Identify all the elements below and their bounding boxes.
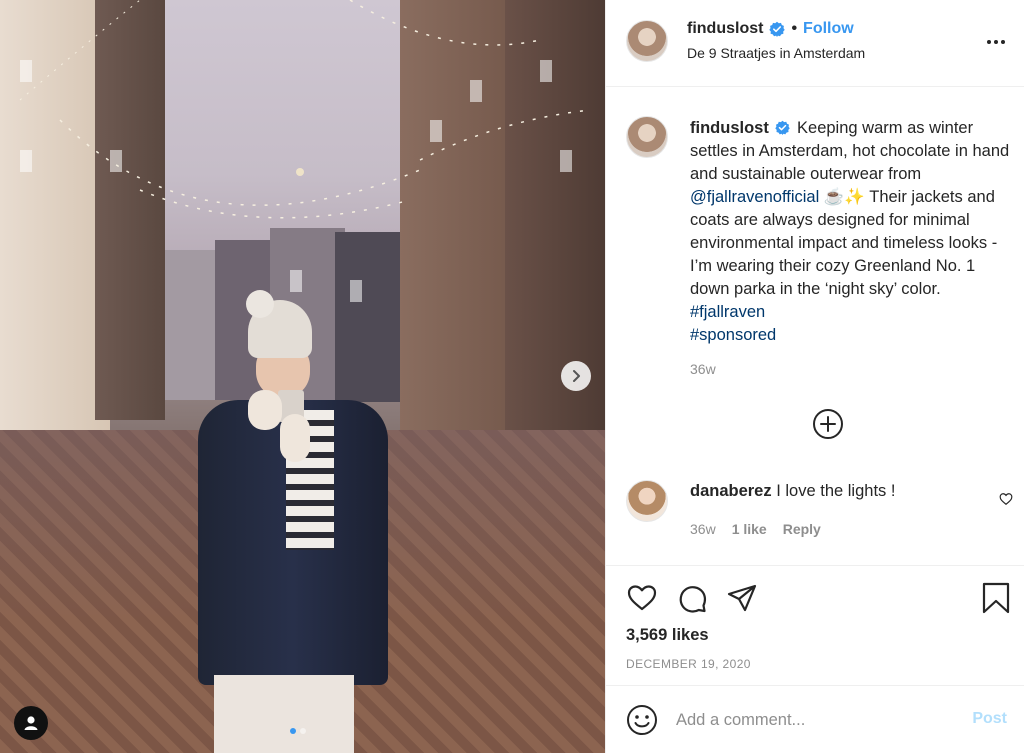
verified-badge-icon: [769, 21, 786, 37]
add-comment-bar: Post: [606, 685, 1024, 753]
username-link[interactable]: finduslost: [687, 20, 763, 38]
chevron-right-icon: [573, 370, 580, 382]
photo-mitten: [248, 390, 282, 430]
action-icons: [626, 582, 758, 614]
reply-button[interactable]: Reply: [783, 521, 821, 537]
more-options-icon: [987, 40, 1005, 44]
follow-button[interactable]: Follow: [803, 20, 854, 38]
hashtag-link[interactable]: #sponsored: [690, 326, 776, 344]
photo-person: [190, 290, 400, 753]
carousel-indicator: [290, 728, 306, 734]
post-header: finduslost • Follow De 9 Straatjes in Am…: [606, 0, 1024, 87]
plus-circle-icon[interactable]: [812, 408, 844, 440]
carousel-dot-active: [290, 728, 296, 734]
post-button[interactable]: Post: [972, 710, 1007, 728]
caption-text: finduslost Keeping warm as winter settle…: [690, 117, 1010, 347]
bookmark-icon[interactable]: [981, 582, 1011, 614]
avatar[interactable]: [626, 480, 668, 522]
heart-icon[interactable]: [626, 582, 658, 614]
heart-icon[interactable]: [999, 492, 1013, 506]
comment-timestamp[interactable]: 36w: [690, 521, 716, 537]
avatar[interactable]: [626, 116, 668, 158]
string-lights: [19, 0, 591, 219]
comment-icon[interactable]: [676, 582, 708, 614]
more-options-button[interactable]: [984, 30, 1008, 54]
carousel-next-button[interactable]: [561, 361, 591, 391]
header-user: finduslost • Follow: [687, 20, 854, 38]
avatar[interactable]: [626, 20, 668, 62]
verified-badge-icon: [775, 120, 791, 135]
photo-pants: [214, 675, 354, 753]
comment-likes[interactable]: 1 like: [732, 521, 767, 537]
comment-text: danaberez I love the lights !: [690, 482, 895, 501]
comment-username[interactable]: danaberez: [690, 482, 772, 500]
photo-hat-pom: [246, 290, 274, 318]
user-tag-icon: [24, 716, 38, 730]
emoji-icon[interactable]: [626, 704, 658, 736]
mention-link[interactable]: @fjallravenofficial: [690, 188, 819, 206]
user-tags-button[interactable]: [14, 706, 48, 740]
photo-mitten: [280, 414, 310, 462]
caption-username[interactable]: finduslost: [690, 119, 769, 137]
post-panel: finduslost • Follow De 9 Straatjes in Am…: [605, 0, 1024, 753]
location-link[interactable]: De 9 Straatjes in Amsterdam: [687, 45, 865, 61]
comment-item: danaberez I love the lights ! 36w 1 like…: [606, 478, 1024, 558]
comment-meta: 36w 1 like Reply: [690, 521, 821, 537]
comment-body: I love the lights !: [776, 482, 896, 500]
likes-count[interactable]: 3,569 likes: [626, 626, 709, 645]
separator-dot: •: [791, 20, 798, 37]
hashtag-link[interactable]: #fjallraven: [690, 303, 765, 321]
post-date[interactable]: DECEMBER 19, 2020: [626, 657, 751, 671]
caption-emoji: ☕✨: [819, 188, 870, 206]
carousel-dot: [300, 728, 306, 734]
caption-timestamp[interactable]: 36w: [690, 361, 716, 377]
post-photo[interactable]: [0, 0, 605, 753]
comment-input[interactable]: [676, 706, 946, 734]
action-bar: 3,569 likes DECEMBER 19, 2020: [606, 565, 1024, 683]
share-icon[interactable]: [726, 582, 758, 614]
